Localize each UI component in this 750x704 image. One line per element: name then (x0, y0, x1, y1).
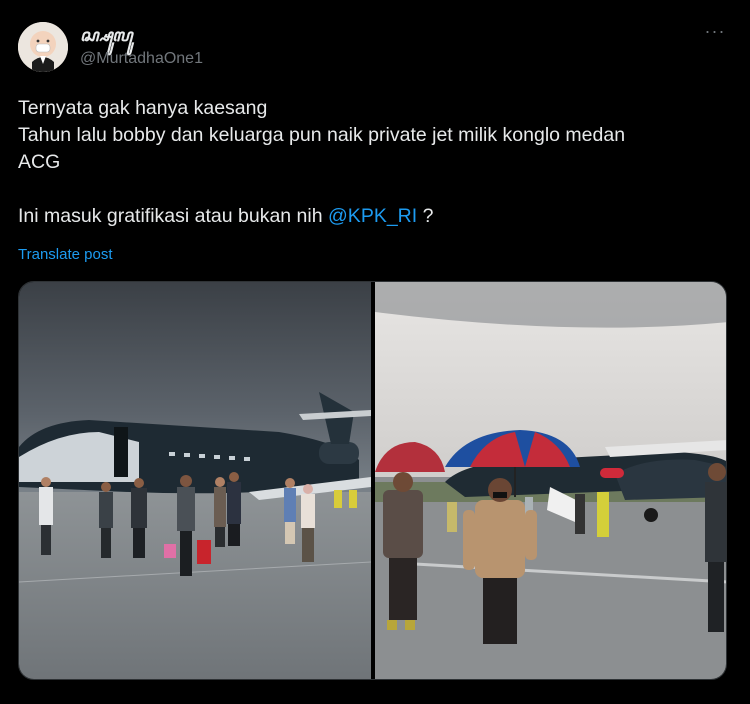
more-options-icon[interactable]: ··· (700, 22, 730, 46)
baby-boss-avatar-icon (18, 22, 68, 72)
tweet-line: ACG (18, 151, 61, 173)
tweet-line: Tahun lalu bobby dan keluarga pun naik p… (18, 124, 626, 146)
private-jet-boarding-photo[interactable] (19, 282, 371, 679)
tweet-text-part: Ini masuk gratifikasi atau bukan nih (18, 205, 329, 227)
tweet-spacer (18, 176, 728, 203)
tweet-line: Ini masuk gratifikasi atau bukan nih @KP… (18, 203, 728, 230)
media-grid (18, 281, 727, 680)
handle[interactable]: @MurtadhaOne1 (80, 50, 203, 68)
avatar[interactable] (18, 22, 68, 72)
tweet-line: Ternyata gak hanya kaesang (18, 97, 268, 119)
translate-post-link[interactable]: Translate post (18, 246, 113, 263)
mention-link[interactable]: @KPK_RI (328, 205, 417, 227)
tweet-text: Ternyata gak hanya kaesang Tahun lalu bo… (18, 95, 728, 230)
tweet-text-part: ? (417, 205, 434, 227)
umbrella-walk-photo[interactable] (375, 282, 726, 679)
